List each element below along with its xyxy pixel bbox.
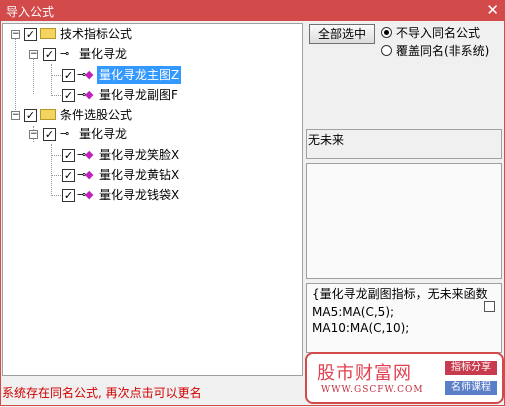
collapse-icon[interactable]: − [11,111,20,120]
radio-overwrite[interactable] [381,45,392,56]
tree-node-label: 量化寻龙钱袋X [99,188,180,202]
collapse-icon[interactable]: − [29,50,38,59]
diamond-icon: ◆ [85,188,94,201]
diamond-icon: ◆ [85,88,94,101]
tree-checkbox[interactable]: ✓ [62,189,75,202]
tree-node-label: 量化寻龙笑脸X [99,148,180,162]
watermark-tag: 指标分享 [445,361,497,375]
select-all-button[interactable]: 全部选中 [309,24,375,44]
key-icon: ⊸ [60,47,70,60]
window-title: 导入公式 [6,5,55,19]
tree-node-item[interactable]: ✓ ⊸ ◆ 量化寻龙黄钻X [3,166,302,184]
formula-code-panel: {量化寻龙副图指标，无未来函数 MA5:MA(C,5); MA10:MA(C,1… [306,283,502,353]
code-line: MA5:MA(C,5); [312,305,395,319]
key-icon: ⊸ [60,127,70,140]
tree-node-group[interactable]: − ✓ 条件选股公式 [3,106,302,124]
code-line: {量化寻龙副图指标，无未来函数 [312,287,488,301]
tree-checkbox[interactable]: ✓ [43,128,56,141]
tree-node-label: 量化寻龙 [79,47,128,61]
tree-checkbox[interactable]: ✓ [62,169,75,182]
code-panel-checkbox[interactable] [484,301,495,312]
tree-node-item[interactable]: ✓ ⊸ ◆ 量化寻龙主图Z [3,66,302,84]
folder-icon [40,109,56,120]
collapse-icon[interactable]: − [11,30,20,39]
tree-checkbox[interactable]: ✓ [62,89,75,102]
tree-node-label: 条件选股公式 [60,108,133,122]
tree-node-item[interactable]: ✓ ⊸ ◆ 量化寻龙笑脸X [3,146,302,164]
diamond-icon: ◆ [85,148,94,161]
watermark-title: 股市财富网 [317,363,412,384]
future-info-text: 无未来 [308,133,345,147]
tree-node-subgroup[interactable]: − ✓ ⊸ 量化寻龙 [3,45,302,63]
tree-node-item[interactable]: ✓ ⊸ ◆ 量化寻龙钱袋X [3,186,302,204]
formula-tree[interactable]: − ✓ 技术指标公式 − ✓ ⊸ 量化寻龙 ✓ ⊸ ◆ 量化寻龙主图Z ✓ ⊸ … [2,23,303,376]
close-icon[interactable]: ✕ [486,1,499,19]
tree-node-label: 量化寻龙黄钻X [99,168,180,182]
status-message: 系统存在同名公式, 再次点击可以更名 [2,386,202,400]
watermark-tag: 名师课程 [445,381,497,395]
tree-node-item[interactable]: ✓ ⊸ ◆ 量化寻龙副图F [3,86,302,104]
radio-no-import[interactable] [381,27,392,38]
watermark-logo: 股市财富网 WWW.GSCFW.COM 指标分享 名师课程 [305,352,504,404]
diamond-icon: ◆ [85,68,94,81]
description-panel [306,163,502,279]
code-line: MA10:MA(C,10); [312,321,410,335]
title-bar: 导入公式 ✕ [0,0,505,21]
radio-overwrite-label: 覆盖同名(非系统) [396,44,490,58]
tree-checkbox[interactable]: ✓ [43,48,56,61]
tree-node-subgroup[interactable]: − ✓ ⊸ 量化寻龙 [3,125,302,143]
tree-node-label: 量化寻龙副图F [99,88,178,102]
folder-icon [40,28,56,39]
collapse-icon[interactable]: − [29,130,38,139]
radio-no-import-label: 不导入同名公式 [396,26,481,40]
tree-checkbox[interactable]: ✓ [62,149,75,162]
diamond-icon: ◆ [85,168,94,181]
tree-node-label: 技术指标公式 [60,27,133,41]
future-info-panel: 无未来 [306,129,502,159]
tree-node-label-selected[interactable]: 量化寻龙主图Z [97,66,182,84]
tree-checkbox[interactable]: ✓ [24,28,37,41]
tree-node-label: 量化寻龙 [79,127,128,141]
tree-checkbox[interactable]: ✓ [62,69,75,82]
tree-checkbox[interactable]: ✓ [24,109,37,122]
watermark-url: WWW.GSCFW.COM [321,385,424,395]
tree-node-group[interactable]: − ✓ 技术指标公式 [3,25,302,43]
